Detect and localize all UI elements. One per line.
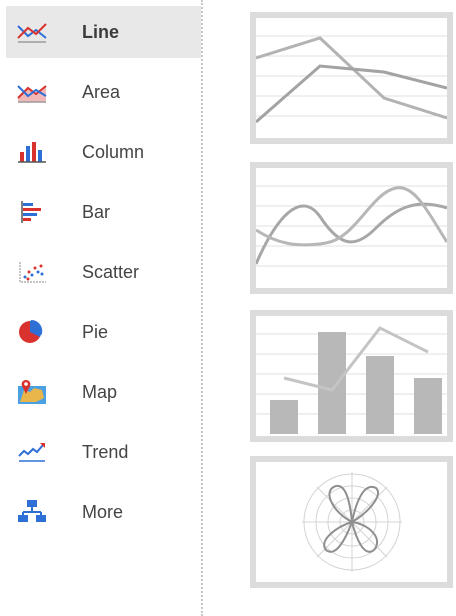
radar-preview[interactable]	[250, 456, 453, 588]
sidebar-item-more[interactable]: More	[6, 486, 201, 538]
trend-icon	[12, 436, 52, 468]
sidebar-item-label: Map	[82, 381, 118, 402]
sidebar-item-label: Area	[82, 81, 121, 102]
column-chart-icon	[12, 136, 52, 168]
line-chart-preview	[256, 35, 447, 124]
hierarchy-icon	[12, 496, 52, 528]
sidebar-item-line[interactable]: Line	[6, 6, 201, 58]
sidebar-item-label: More	[82, 501, 124, 522]
sidebar-item-label: Column	[82, 141, 145, 162]
sidebar-item-map[interactable]: Map	[6, 366, 201, 418]
sidebar-item-label: Trend	[82, 441, 129, 462]
line-chart-icon	[12, 16, 52, 48]
bar-chart-icon	[12, 196, 52, 228]
scatter-chart-icon	[12, 256, 52, 288]
sidebar-item-trend[interactable]: Trend	[6, 426, 201, 478]
sidebar-item-bar[interactable]: Bar	[6, 186, 201, 238]
radar-chart-preview	[302, 472, 402, 572]
column-line-preview[interactable]	[250, 310, 453, 442]
map-icon	[12, 376, 52, 408]
sidebar-item-label: Pie	[82, 321, 109, 342]
line-preview[interactable]	[250, 12, 453, 144]
sidebar-item-label: Bar	[82, 201, 111, 222]
sidebar-item-label: Line	[82, 21, 120, 42]
sidebar-item-scatter[interactable]: Scatter	[6, 246, 201, 298]
sidebar-item-column[interactable]: Column	[6, 126, 201, 178]
pie-chart-icon	[12, 316, 52, 348]
spline-chart-preview	[256, 185, 447, 267]
area-chart-icon	[12, 76, 52, 108]
sidebar-item-label: Scatter	[82, 261, 140, 282]
spline-preview[interactable]	[250, 162, 453, 294]
sidebar-item-pie[interactable]: Pie	[6, 306, 201, 358]
chart-type-sidebar: Line Area Column Bar Scatter Pie Map Tre…	[0, 0, 203, 616]
combo-chart-preview	[256, 326, 447, 434]
sidebar-item-area[interactable]: Area	[6, 66, 201, 118]
